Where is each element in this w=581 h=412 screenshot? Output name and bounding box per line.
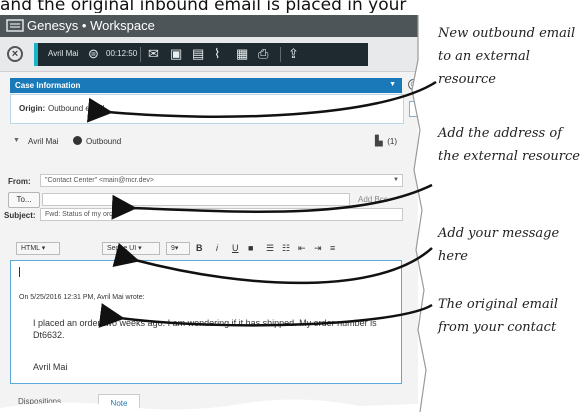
callout-add-message: Add your message here (438, 226, 560, 264)
arrow-2 (111, 183, 433, 220)
arrow-4 (98, 303, 433, 328)
arrow-1 (86, 80, 437, 123)
arrow-3 (112, 242, 433, 285)
callout-original-email: The original email from your contact (438, 297, 559, 335)
callout-add-address: Add the address of the external resource (438, 126, 580, 164)
callout-new-outbound: New outbound email to an external resour… (438, 26, 576, 87)
